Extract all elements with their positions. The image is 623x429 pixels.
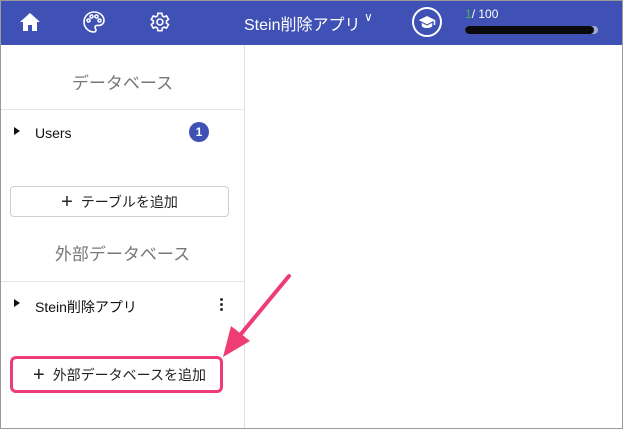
- divider: [0, 281, 245, 282]
- add-table-button[interactable]: + テーブルを追加: [10, 186, 229, 217]
- graduation-cap-icon[interactable]: [412, 7, 442, 37]
- external-db-item[interactable]: Stein削除アプリ: [0, 292, 244, 318]
- app-title[interactable]: Stein削除アプリ: [244, 11, 360, 35]
- add-table-label: テーブルを追加: [80, 193, 178, 210]
- progress-current: 1: [465, 7, 472, 21]
- database-section-title: データベース: [71, 74, 174, 93]
- expand-arrow-icon[interactable]: [14, 299, 20, 307]
- table-item-users[interactable]: Users 1: [0, 120, 244, 146]
- add-external-db-button[interactable]: + 外部データベースを追加: [10, 356, 223, 393]
- sidebar: データベース Users 1 + テーブルを追加 外部データベース Stein削…: [0, 45, 245, 429]
- count-badge: 1: [189, 122, 209, 142]
- progress-total: / 100: [471, 7, 499, 21]
- more-vert-icon[interactable]: [213, 294, 229, 314]
- plus-icon: +: [33, 363, 45, 386]
- external-db-label: Stein削除アプリ: [35, 299, 137, 315]
- palette-icon[interactable]: [81, 9, 107, 35]
- app-header: Stein削除アプリ ∨ 1/ 100: [0, 0, 623, 45]
- expand-arrow-icon[interactable]: [14, 127, 20, 135]
- plus-icon: +: [61, 190, 73, 213]
- divider: [0, 109, 245, 110]
- progress-fill: [465, 26, 594, 34]
- home-icon[interactable]: [17, 9, 43, 35]
- gear-icon[interactable]: [146, 9, 172, 35]
- progress-bar: [465, 26, 598, 34]
- external-section-title: 外部データベース: [54, 245, 191, 264]
- add-external-db-label: 外部データベースを追加: [52, 366, 206, 383]
- chevron-down-icon[interactable]: ∨: [364, 10, 373, 24]
- progress-text: 1/ 100: [465, 7, 498, 21]
- table-label: Users: [35, 125, 72, 141]
